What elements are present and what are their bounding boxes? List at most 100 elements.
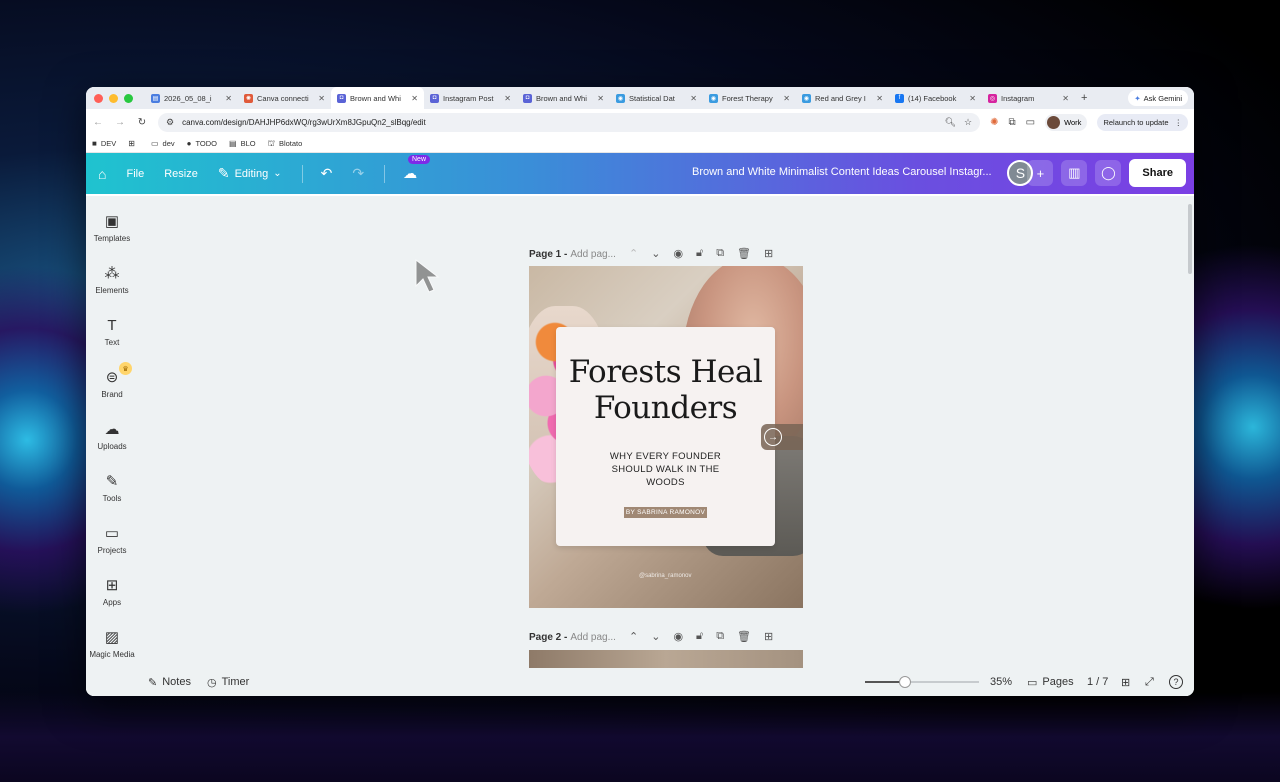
- bookmark-item[interactable]: ▤ BLO: [229, 139, 256, 148]
- page-2-title-input[interactable]: Add pag...: [570, 632, 616, 643]
- browser-tab[interactable]: ◘ Brown and Whi ✕: [517, 87, 610, 109]
- tab-close-icon[interactable]: ✕: [876, 94, 883, 103]
- document-title[interactable]: Brown and White Minimalist Content Ideas…: [692, 166, 992, 178]
- duplicate-icon[interactable]: ⧉: [716, 247, 724, 260]
- delete-icon[interactable]: 🗑︎: [737, 630, 751, 643]
- design-title[interactable]: Forests Heal Founders: [556, 354, 775, 426]
- grid-view-button[interactable]: ⊞: [1121, 676, 1130, 689]
- bookmark-item[interactable]: ■ DEV: [92, 139, 116, 148]
- close-window-button[interactable]: [94, 93, 103, 103]
- browser-tab[interactable]: f (14) Facebook ✕: [889, 87, 982, 109]
- page-2-canvas[interactable]: [529, 650, 803, 668]
- bookmark-item[interactable]: ▭ dev: [151, 139, 175, 148]
- page-1-canvas[interactable]: Forests Heal Founders WHY EVERY FOUNDER …: [529, 266, 803, 608]
- profile-chip[interactable]: Work: [1045, 113, 1088, 131]
- duplicate-icon[interactable]: ⧉: [716, 630, 724, 643]
- sidebar-item-magic-media[interactable]: ▨ Magic Media: [86, 629, 138, 659]
- sidebar-item-elements[interactable]: ⁂ Elements: [86, 265, 138, 295]
- cloud-save-button[interactable]: ☁: [403, 165, 417, 182]
- bookmark-item[interactable]: ⊞: [128, 139, 139, 148]
- design-subtitle[interactable]: WHY EVERY FOUNDER SHOULD WALK IN THE WOO…: [606, 450, 726, 489]
- extension-icon[interactable]: ✺: [990, 117, 998, 128]
- home-button[interactable]: ⌂: [98, 166, 106, 182]
- design-handle[interactable]: @sabrina_ramonov: [639, 573, 691, 579]
- browser-tab[interactable]: ◘ Brown and Whi ✕: [331, 87, 424, 109]
- tab-close-icon[interactable]: ✕: [225, 94, 232, 103]
- omnibox[interactable]: ⚙ canva.com/design/DAHJHP6dxWQ/rg3wUrXm8…: [158, 112, 981, 132]
- file-menu[interactable]: File: [126, 168, 144, 180]
- page-counter[interactable]: 1 / 7: [1087, 676, 1108, 688]
- tab-close-icon[interactable]: ✕: [597, 94, 604, 103]
- sidebar-item-apps[interactable]: ⊞ Apps: [86, 577, 138, 607]
- fullscreen-button[interactable]: ⤢: [1145, 676, 1154, 689]
- sidebar-item-brand[interactable]: ⊜ Brand ♛: [86, 362, 138, 399]
- add-page-icon[interactable]: ⊞: [764, 247, 773, 260]
- delete-icon[interactable]: 🗑︎: [737, 247, 751, 260]
- tab-close-icon[interactable]: ✕: [1062, 94, 1069, 103]
- move-up-icon[interactable]: ⌃: [629, 247, 638, 260]
- page-1-title-input[interactable]: Add pag...: [570, 249, 616, 260]
- browser-tab[interactable]: ▤ 2026_05_08_i ✕: [145, 87, 238, 109]
- zoom-icon[interactable]: 🔍︎: [945, 117, 956, 128]
- browser-tab[interactable]: ◉ Statistical Dat ✕: [610, 87, 703, 109]
- browser-tab[interactable]: ◘ Instagram Post ✕: [424, 87, 517, 109]
- share-button[interactable]: Share: [1129, 159, 1186, 187]
- title-card[interactable]: Forests Heal Founders WHY EVERY FOUNDER …: [556, 327, 775, 546]
- back-icon[interactable]: ←: [92, 117, 104, 128]
- vertical-scrollbar[interactable]: [1188, 204, 1192, 274]
- forward-icon[interactable]: →: [114, 117, 126, 128]
- tab-close-icon[interactable]: ✕: [504, 94, 511, 103]
- sidebar-item-projects[interactable]: ▭ Projects: [86, 525, 138, 555]
- site-settings-icon[interactable]: ⚙: [166, 117, 174, 128]
- hide-page-icon[interactable]: ◉: [673, 630, 683, 643]
- tab-close-icon[interactable]: ✕: [318, 94, 325, 103]
- comments-button[interactable]: ◯: [1095, 160, 1122, 186]
- bookmark-item[interactable]: ● TODO: [187, 139, 217, 148]
- browser-tab[interactable]: ◉ Red and Grey I ✕: [796, 87, 889, 109]
- undo-button[interactable]: ↶: [321, 165, 333, 182]
- browser-tab[interactable]: ◎ Instagram ✕: [982, 87, 1075, 109]
- zoom-slider-thumb[interactable]: [898, 676, 911, 688]
- editing-mode-button[interactable]: ✎ Editing ⌄: [218, 165, 282, 182]
- url-text[interactable]: canva.com/design/DAHJHP6dxWQ/rg3wUrXm8JG…: [182, 118, 936, 127]
- insights-button[interactable]: ▥: [1061, 160, 1088, 186]
- add-page-icon[interactable]: ⊞: [764, 630, 773, 643]
- resize-button[interactable]: Resize: [164, 168, 198, 180]
- extensions-puzzle-icon[interactable]: ⧉: [1008, 117, 1015, 128]
- add-collaborator-button[interactable]: +: [1027, 160, 1054, 186]
- relaunch-button[interactable]: Relaunch to update ⋮: [1097, 113, 1188, 131]
- new-tab-button[interactable]: +: [1081, 92, 1087, 104]
- tab-close-icon[interactable]: ✕: [969, 94, 976, 103]
- move-down-icon[interactable]: ⌄: [651, 630, 660, 643]
- bookmark-item[interactable]: ⛫ Blotato: [268, 139, 303, 149]
- minimize-window-button[interactable]: [109, 93, 118, 103]
- bookmark-star-icon[interactable]: ☆: [964, 117, 972, 128]
- sidebar-item-templates[interactable]: ▣ Templates: [86, 213, 138, 243]
- ask-gemini-button[interactable]: ✦ Ask Gemini: [1128, 90, 1188, 106]
- sidebar-item-text[interactable]: T Text: [86, 317, 138, 347]
- more-menu-icon[interactable]: ⋮: [1175, 118, 1183, 127]
- pages-button[interactable]: ▭ Pages: [1027, 676, 1074, 689]
- tab-close-icon[interactable]: ✕: [411, 94, 418, 103]
- help-button[interactable]: ?: [1169, 675, 1183, 689]
- notes-button[interactable]: ✎ Notes: [148, 676, 191, 689]
- tab-close-icon[interactable]: ✕: [783, 94, 790, 103]
- maximize-window-button[interactable]: [124, 93, 133, 103]
- lock-icon[interactable]: 🔓︎: [696, 247, 703, 260]
- move-up-icon[interactable]: ⌃: [629, 630, 638, 643]
- design-byline[interactable]: BY SABRINA RAMONOV: [623, 507, 708, 518]
- zoom-percent[interactable]: 35%: [990, 676, 1012, 688]
- move-down-icon[interactable]: ⌄: [651, 247, 660, 260]
- timer-button[interactable]: ◷ Timer: [207, 676, 249, 689]
- sidebar-item-uploads[interactable]: ☁ Uploads: [86, 421, 138, 451]
- reload-icon[interactable]: ↻: [136, 117, 148, 128]
- zoom-slider[interactable]: [865, 676, 979, 688]
- hide-page-icon[interactable]: ◉: [673, 247, 683, 260]
- browser-tab[interactable]: ◉ Forest Therapy ✕: [703, 87, 796, 109]
- sidebar-item-tools[interactable]: ✎ Tools: [86, 473, 138, 503]
- browser-tab[interactable]: ✺ Canva connecti ✕: [238, 87, 331, 109]
- tab-search-icon[interactable]: ▭: [1026, 117, 1035, 128]
- lock-icon[interactable]: 🔓︎: [696, 630, 703, 643]
- next-arrow-element[interactable]: →: [761, 424, 803, 450]
- tab-close-icon[interactable]: ✕: [690, 94, 697, 103]
